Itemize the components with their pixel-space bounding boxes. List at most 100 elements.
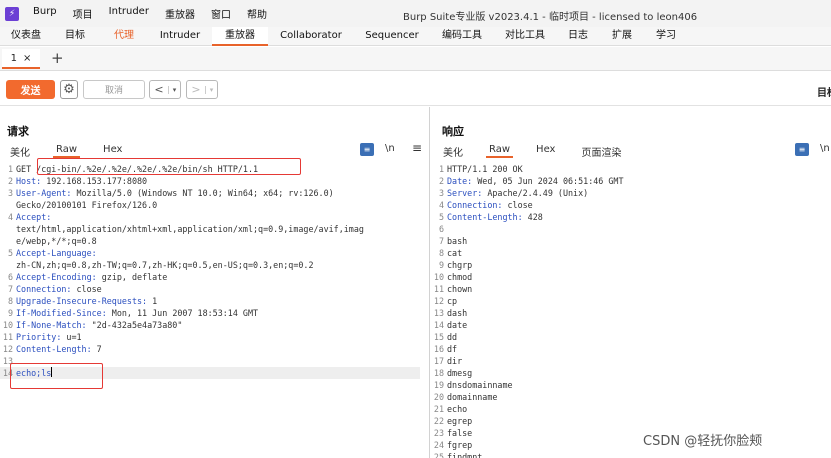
settings-gear-icon[interactable]: ⚙ xyxy=(60,80,78,99)
close-icon[interactable]: × xyxy=(23,53,31,64)
header-name: Upgrade-Insecure-Requests: xyxy=(16,296,148,306)
code-line: 7 bash xyxy=(431,235,831,247)
header-name: Accept-Language: xyxy=(16,248,97,258)
header-name: Connection: xyxy=(447,200,503,210)
code-line: 3 Server: Apache/2.4.49 (Unix) xyxy=(431,187,831,199)
send-button[interactable]: 发送 xyxy=(6,80,55,99)
tab-hex[interactable]: Hex xyxy=(536,144,555,158)
line-text: date xyxy=(447,320,468,330)
code-line: 12 Content-Length: 7 xyxy=(0,343,428,355)
line-text: chgrp xyxy=(447,260,473,270)
tab-pretty[interactable]: 美化 xyxy=(10,144,30,159)
newline-toggle[interactable]: \n xyxy=(820,143,830,154)
line-text: 7 xyxy=(91,344,102,354)
code-line: 25 findmnt xyxy=(431,451,831,458)
line-number: 14 xyxy=(433,320,444,330)
line-text: cp xyxy=(447,296,458,306)
menu-burp[interactable]: Burp xyxy=(33,6,57,21)
line-number: 25 xyxy=(433,452,444,458)
tab-raw[interactable]: Raw xyxy=(53,144,81,158)
line-number: 6 xyxy=(438,224,444,234)
chevron-down-icon[interactable]: ▾ xyxy=(168,85,180,94)
tab-raw[interactable]: Raw xyxy=(486,144,514,158)
header-name: User-Agent: xyxy=(16,188,72,198)
line-text: Mon, 11 Jun 2007 18:53:14 GMT xyxy=(106,308,259,318)
code-line: 11 Priority: u=1 xyxy=(0,331,428,343)
tab-comparer[interactable]: 对比工具 xyxy=(494,27,556,46)
code-line: 11 chown xyxy=(431,283,831,295)
line-number: 2 xyxy=(438,176,444,186)
body-highlight-box xyxy=(10,363,103,389)
line-number: 7 xyxy=(7,284,13,294)
line-number: 8 xyxy=(7,296,13,306)
line-text: "2d-432a5e4a73a80" xyxy=(86,320,183,330)
tab-sequencer[interactable]: Sequencer xyxy=(354,27,430,46)
menu-intruder[interactable]: Intruder xyxy=(109,6,149,21)
repeater-tab-1[interactable]: 1 × xyxy=(2,49,40,69)
line-number: 7 xyxy=(438,236,444,246)
request-editor[interactable]: 1 GET /cgi-bin/.%2e/.%2e/.%2e/.%2e/bin/sh… xyxy=(0,163,428,379)
line-text: false xyxy=(447,428,473,438)
menu-help[interactable]: 帮助 xyxy=(247,6,267,21)
code-line: 8 cat xyxy=(431,247,831,259)
repeater-subtabs: 1 × + xyxy=(0,47,831,71)
repeater-tab-label: 1 xyxy=(10,52,17,64)
menu-project[interactable]: 项目 xyxy=(73,6,93,21)
line-number: 4 xyxy=(438,200,444,210)
line-number: 15 xyxy=(433,332,444,342)
line-text: HTTP/1.1 200 OK xyxy=(447,164,523,174)
newline-toggle[interactable]: \n xyxy=(385,143,395,154)
request-panel: 请求 美化 Raw Hex ≡ \n ≡ 1 GET /cgi-bin/.%2e/… xyxy=(0,107,430,458)
menu-window[interactable]: 窗口 xyxy=(211,6,231,21)
tab-pretty[interactable]: 美化 xyxy=(443,144,463,159)
header-name: Content-Length: xyxy=(447,212,523,222)
chevron-down-icon[interactable]: ▾ xyxy=(205,85,217,94)
chevron-left-icon: < xyxy=(154,83,164,96)
target-label[interactable]: 目标 xyxy=(817,84,831,99)
line-number: 6 xyxy=(7,272,13,282)
tab-target[interactable]: 目标 xyxy=(50,27,100,46)
tab-intruder[interactable]: Intruder xyxy=(148,27,212,46)
line-number: 3 xyxy=(438,188,444,198)
line-text: close xyxy=(71,284,102,294)
tab-decoder[interactable]: 编码工具 xyxy=(430,27,494,46)
tab-dashboard[interactable]: 仪表盘 xyxy=(0,27,50,46)
code-line: 2 Host: 192.168.153.177:8080 xyxy=(0,175,428,187)
history-forward-button[interactable]: > ▾ xyxy=(186,80,218,99)
code-line: 1 HTTP/1.1 200 OK xyxy=(431,163,831,175)
code-line: 21 echo xyxy=(431,403,831,415)
tab-collaborator[interactable]: Collaborator xyxy=(268,27,354,46)
line-text: chmod xyxy=(447,272,473,282)
tab-hex[interactable]: Hex xyxy=(103,144,122,158)
line-text: zh-CN,zh;q=0.8,zh-TW;q=0.7,zh-HK;q=0.5,e… xyxy=(16,260,314,270)
history-back-button[interactable]: < ▾ xyxy=(149,80,181,99)
cancel-button[interactable]: 取消 xyxy=(83,80,145,99)
code-line: 10 If-None-Match: "2d-432a5e4a73a80" xyxy=(0,319,428,331)
code-line: 6 xyxy=(431,223,831,235)
line-number xyxy=(0,223,16,235)
line-number: 4 xyxy=(7,212,13,222)
window-title: Burp Suite专业版 v2023.4.1 - 临时项目 - license… xyxy=(403,12,698,23)
line-number: 5 xyxy=(7,248,13,258)
tab-render[interactable]: 页面渲染 xyxy=(581,144,621,159)
message-actions-icon[interactable]: ≡ xyxy=(360,143,374,156)
line-number: 2 xyxy=(7,176,13,186)
code-line: 22 egrep xyxy=(431,415,831,427)
line-number: 11 xyxy=(2,332,13,342)
tab-proxy[interactable]: 代理 xyxy=(100,27,148,46)
menu-icon[interactable]: ≡ xyxy=(412,141,422,155)
tab-logger[interactable]: 日志 xyxy=(556,27,600,46)
line-number: 17 xyxy=(433,356,444,366)
message-actions-icon[interactable]: ≡ xyxy=(795,143,809,156)
code-line: 18 dmesg xyxy=(431,367,831,379)
tab-extensions[interactable]: 扩展 xyxy=(600,27,644,46)
tab-learn[interactable]: 学习 xyxy=(644,27,688,46)
menu-repeater[interactable]: 重放器 xyxy=(165,6,195,21)
tab-repeater[interactable]: 重放器 xyxy=(212,27,268,46)
response-view-tabs: 美化 Raw Hex 页面渲染 xyxy=(443,144,647,159)
code-line: 24 fgrep xyxy=(431,439,831,451)
response-editor[interactable]: 1 HTTP/1.1 200 OK 2 Date: Wed, 05 Jun 2024 … xyxy=(431,163,831,458)
add-tab-icon[interactable]: + xyxy=(51,50,64,66)
chevron-right-icon: > xyxy=(191,83,201,96)
line-number: 18 xyxy=(433,368,444,378)
